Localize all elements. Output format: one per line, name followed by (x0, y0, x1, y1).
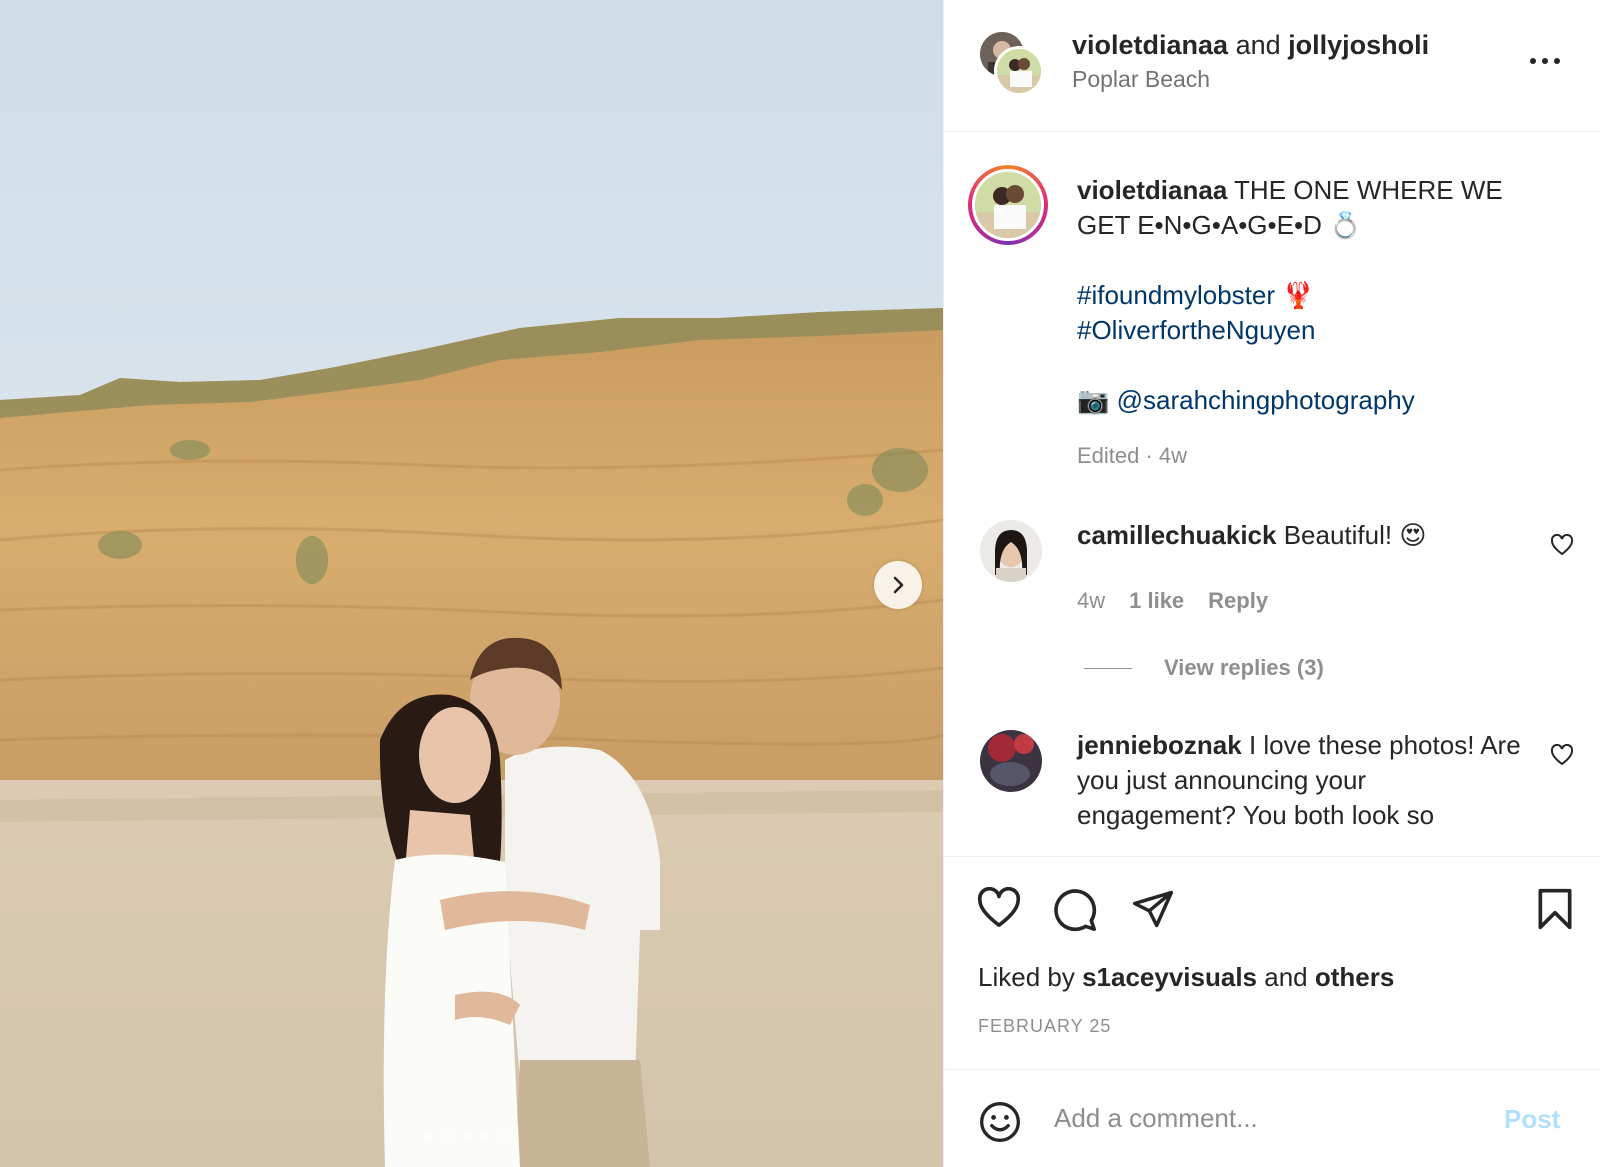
comment-username[interactable]: camillechuakick (1077, 520, 1276, 550)
bookmark-icon (1538, 888, 1572, 930)
post-side-panel: violetdianaa and jollyjosholi Poplar Bea… (943, 0, 1600, 1167)
comment-body: jennieboznak I love these photos! Are yo… (1077, 728, 1527, 833)
comment-like-button[interactable] (1550, 533, 1574, 561)
caption-avatar-ring[interactable] (968, 165, 1048, 245)
carousel-dot (443, 1132, 452, 1141)
comments-section[interactable]: violetdianaa THE ONE WHERE WE GET E•N•G•… (944, 133, 1600, 856)
collaborator-username[interactable]: jollyjosholi (1288, 30, 1429, 60)
comment-input[interactable] (1054, 1096, 1474, 1140)
comment-reply-button[interactable]: Reply (1208, 588, 1268, 614)
save-button[interactable] (1536, 887, 1574, 936)
comment-username[interactable]: jennieboznak (1077, 730, 1242, 760)
carousel-dot (500, 1132, 509, 1141)
more-icon-dot (1542, 58, 1548, 64)
heart-icon (1550, 533, 1574, 556)
view-replies-button[interactable]: View replies (3) (1084, 655, 1324, 681)
post-actions-bar (944, 856, 1600, 936)
post-owners: violetdianaa and jollyjosholi (1072, 28, 1429, 62)
share-button[interactable] (1130, 887, 1176, 936)
commenter-avatar[interactable] (980, 730, 1042, 792)
hashtag-link[interactable]: #ifoundmylobster (1077, 280, 1275, 310)
emoji-picker-button[interactable] (978, 1100, 1022, 1149)
add-comment-bar: Post (944, 1069, 1600, 1167)
chevron-right-icon (893, 576, 904, 594)
post-caption: violetdianaa THE ONE WHERE WE GET E•N•G•… (1077, 173, 1557, 418)
view-replies-line (1084, 667, 1132, 669)
post-photo[interactable] (0, 0, 943, 1167)
post-date[interactable]: FEBRUARY 25 (978, 1016, 1111, 1037)
lobster-emoji: 🦞 (1282, 280, 1315, 310)
next-slide-button[interactable] (874, 561, 922, 609)
heart-icon (1550, 743, 1574, 766)
carousel-indicator (424, 1132, 509, 1141)
liker-username[interactable]: s1aceyvisuals (1082, 962, 1257, 992)
comment-button[interactable] (1052, 887, 1098, 938)
comment-likes-link[interactable]: 1 like (1129, 588, 1184, 614)
owner-avatar[interactable] (994, 46, 1044, 96)
post-header: violetdianaa and jollyjosholi Poplar Bea… (944, 0, 1600, 132)
likes-summary: Liked by s1aceyvisuals and others (978, 962, 1394, 993)
emoji-icon (980, 1102, 1020, 1142)
likes-prefix: Liked by (978, 962, 1075, 992)
carousel-dot-active (424, 1132, 433, 1141)
more-icon (1530, 58, 1536, 64)
caption-meta: Edited · 4w (1077, 443, 1188, 468)
photographer-mention-link[interactable]: @sarahchingphotography (1117, 385, 1415, 415)
more-icon-dot (1554, 58, 1560, 64)
owner-username[interactable]: violetdianaa (1072, 30, 1228, 60)
like-button[interactable] (976, 886, 1022, 934)
carousel-dot (481, 1132, 490, 1141)
likes-joiner: and (1264, 962, 1308, 992)
hashtag-link[interactable]: #OliverfortheNguyen (1077, 315, 1315, 345)
comment-meta: 4w 1 like Reply (1077, 588, 1268, 614)
comment-body: camillechuakick Beautiful! 😍 (1077, 518, 1527, 553)
comment-icon (1054, 889, 1097, 932)
send-icon (1132, 890, 1174, 928)
caption-avatar (972, 169, 1044, 241)
commenter-avatar[interactable] (980, 520, 1042, 582)
view-replies-label: View replies (3) (1164, 655, 1324, 680)
more-options-button[interactable] (1524, 52, 1566, 70)
comment-text: Beautiful! 😍 (1283, 520, 1427, 550)
instagram-post: violetdianaa and jollyjosholi Poplar Bea… (0, 0, 1600, 1167)
comment-like-button[interactable] (1550, 743, 1574, 771)
owners-joiner: and (1235, 30, 1281, 60)
post-comment-button[interactable]: Post (1504, 1104, 1560, 1135)
likes-others-link[interactable]: others (1315, 962, 1394, 992)
camera-emoji: 📷 (1077, 385, 1110, 415)
comment-time: 4w (1077, 588, 1106, 613)
carousel-dot (462, 1132, 471, 1141)
post-location[interactable]: Poplar Beach (1072, 66, 1210, 93)
photo-scene (0, 0, 943, 1167)
caption-username[interactable]: violetdianaa (1077, 175, 1227, 205)
heart-icon (977, 886, 1021, 927)
